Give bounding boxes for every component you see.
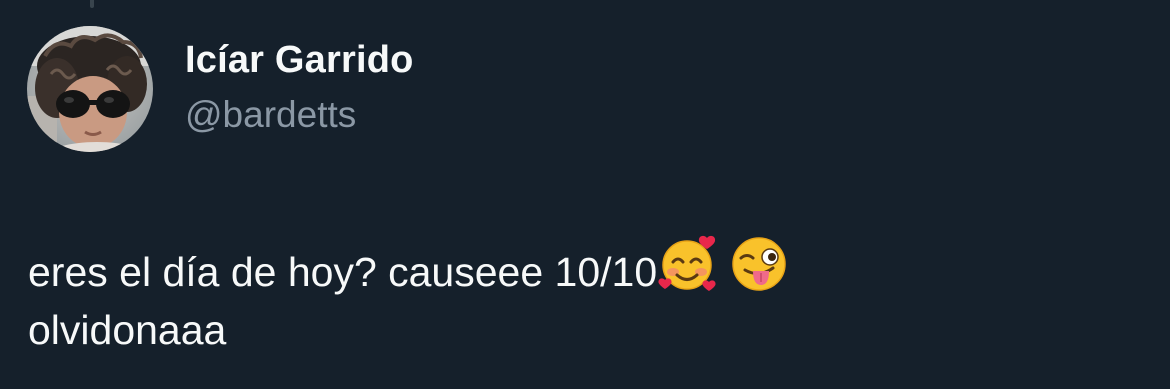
author-display-name[interactable]: Icíar Garrido	[185, 36, 414, 84]
avatar[interactable]	[27, 26, 153, 152]
author-handle[interactable]: @bardetts	[185, 91, 414, 139]
avatar-photo	[27, 26, 153, 152]
smiling-face-with-hearts-icon	[657, 232, 719, 294]
tweet-text-line-2: olvidonaaa	[28, 307, 227, 353]
tweet[interactable]: Icíar Garrido @bardetts eres el día de h…	[0, 0, 1170, 389]
tweet-text-content-1: eres el día de hoy? causeee 10/10	[28, 249, 658, 295]
winking-face-with-tongue-icon	[729, 234, 789, 294]
tweet-text-line-1: eres el día de hoy? causeee 10/10	[28, 232, 1128, 301]
tweet-text: eres el día de hoy? causeee 10/10 olvido…	[28, 232, 1128, 359]
author-info[interactable]: Icíar Garrido @bardetts	[185, 36, 414, 139]
